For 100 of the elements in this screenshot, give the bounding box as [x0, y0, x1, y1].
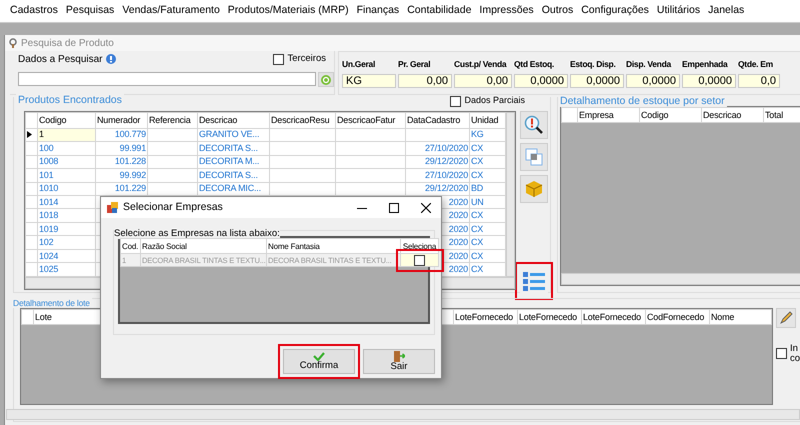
menu-item[interactable]: Produtos/Materiais (MRP)	[224, 3, 353, 19]
window-icon	[107, 202, 118, 213]
table-cell: 29/12/2020	[406, 182, 470, 196]
column-header: Numerador	[96, 112, 148, 128]
group-title: Detalhamento de estoque por setor	[558, 95, 727, 107]
column-header: LoteFornecedo	[518, 310, 582, 324]
menu-item[interactable]: Outros	[538, 3, 578, 19]
column-header: DataCadastro	[406, 112, 470, 128]
menu-item[interactable]: Utilitários	[652, 3, 704, 19]
table-cell: 100	[38, 142, 96, 156]
checkbox[interactable]	[776, 348, 787, 359]
table-cell: DECORITA M...	[198, 155, 270, 169]
table-cell: 101	[38, 168, 96, 182]
table-cell: 27/10/2020	[406, 142, 470, 156]
menu-item[interactable]: Cadastros	[6, 3, 62, 19]
edit-button[interactable]	[776, 308, 796, 328]
copy-icon	[525, 148, 543, 166]
check-icon	[313, 352, 325, 361]
value-field: 0,0000	[626, 74, 680, 88]
table-cell: DECORA MIC...	[198, 182, 270, 196]
table-cell: 1024	[38, 249, 96, 263]
field-label: Empenhada	[682, 58, 729, 71]
menu-item[interactable]: Janelas	[704, 3, 748, 19]
column-header: Razão Social	[140, 238, 266, 254]
option-label: In	[790, 344, 799, 354]
group-title: Selecione as Empresas na lista abaixo:	[114, 228, 280, 239]
horizontal-scrollbar[interactable]	[6, 409, 800, 420]
close-icon[interactable]	[421, 202, 431, 212]
column-header: Cod.	[120, 238, 140, 254]
refresh-icon	[321, 74, 332, 84]
box-button[interactable]	[520, 175, 548, 203]
value-field: 0,00	[398, 74, 452, 88]
menu-item[interactable]: Contabilidade	[403, 3, 476, 19]
column-header: Descricao	[198, 112, 270, 128]
column-header: Descricao	[702, 108, 764, 122]
table-cell: DECORITA S...	[198, 142, 270, 156]
column-header: Referencia	[148, 112, 198, 128]
menu-item[interactable]: Vendas/Faturamento	[118, 3, 224, 19]
pencil-icon	[778, 311, 793, 325]
column-header: CodFornecedo	[646, 310, 710, 324]
field-label: Cust.p/ Venda	[454, 58, 508, 71]
field-label: Qtd Estoq.	[514, 58, 555, 71]
table-cell: 29/12/2020	[406, 155, 470, 169]
terceiros-label: Terceiros	[287, 52, 326, 66]
dialog-title: Selecionar Empresas	[123, 200, 223, 215]
column-header: Nome Fantasia	[266, 238, 400, 254]
checklist-icon	[522, 270, 546, 292]
table-cell: 1010	[38, 182, 96, 196]
column-header: Codigo	[640, 108, 702, 122]
table-cell: 1014	[38, 195, 96, 209]
vertical-scrollbar[interactable]	[506, 112, 515, 277]
column-header: Empresa	[578, 108, 640, 122]
help-icon	[106, 54, 116, 64]
table-cell: 99.991	[96, 142, 148, 156]
dados-parciais-label: Dados Parciais	[464, 94, 525, 108]
group-title: Detalhamento de lote	[11, 298, 92, 308]
column-header: LoteFornecedo	[582, 310, 646, 324]
maximize-icon[interactable]	[389, 202, 399, 212]
search-field[interactable]	[18, 72, 316, 86]
value-field: 0,0000	[682, 74, 736, 88]
checkbox[interactable]	[414, 254, 425, 266]
box-icon	[525, 180, 543, 198]
table-cell: DECORITA S...	[198, 168, 270, 182]
table-cell: 101.229	[96, 182, 148, 196]
column-header: DescricaoResu	[270, 112, 336, 128]
table-cell: 101.228	[96, 155, 148, 169]
table-cell: 99.992	[96, 168, 148, 182]
table-cell: 1019	[38, 222, 96, 236]
field-label: Estoq. Disp.	[570, 58, 617, 71]
menu-item[interactable]: Pesquisas	[62, 3, 118, 19]
table-cell: 1018	[38, 208, 96, 222]
column-header: Unidad	[470, 112, 506, 128]
column-header: Nome	[710, 310, 772, 324]
value-field: 0,00	[454, 74, 512, 88]
dados-parciais-checkbox[interactable]	[450, 96, 462, 106]
magnifier-icon	[9, 38, 17, 48]
window-title: Pesquisa de Produto	[21, 36, 114, 50]
field-label: Disp. Venda	[626, 58, 672, 71]
search-button[interactable]	[520, 111, 548, 139]
search-label: Dados a Pesquisar	[18, 52, 102, 66]
magnifier-alert-icon	[524, 115, 544, 135]
exit-button[interactable]: Sair	[363, 349, 435, 374]
value-field: 0,0	[738, 74, 780, 88]
door-icon	[393, 351, 405, 362]
column-header: Codigo	[38, 112, 96, 128]
option-label: co	[790, 354, 800, 364]
menu-item[interactable]: Configurações	[577, 3, 653, 19]
value-field: 0,0000	[570, 74, 624, 88]
horizontal-scrollbar[interactable]	[561, 273, 800, 285]
terceiros-checkbox[interactable]	[273, 54, 284, 64]
menu-item[interactable]: Finanças	[352, 3, 404, 19]
column-header: DescricaoFatur	[336, 112, 406, 128]
menu-item[interactable]: Impressões	[475, 3, 538, 19]
table-cell: 102	[38, 236, 96, 250]
field-label: Pr. Geral	[398, 58, 432, 71]
column-header: LoteFornecedo	[454, 310, 518, 324]
table-cell: 1	[38, 128, 96, 142]
field-label: Un.Geral	[342, 58, 376, 71]
table-cell: 1008	[38, 155, 96, 169]
table-cell: 100.779	[96, 128, 148, 142]
